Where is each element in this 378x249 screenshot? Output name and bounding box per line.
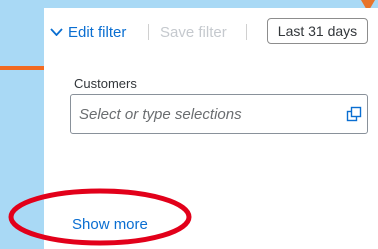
filter-bar: Edit filter Save filter Last 31 days: [44, 18, 378, 44]
date-range-button[interactable]: Last 31 days: [267, 18, 368, 44]
chevron-down-icon: [50, 28, 63, 36]
edit-filter-button[interactable]: Edit filter: [50, 21, 126, 43]
edit-filter-label: Edit filter: [68, 23, 127, 41]
customers-field: [70, 94, 368, 134]
filter-panel: Edit filter Save filter Last 31 days Cus…: [44, 8, 378, 249]
divider: [246, 24, 247, 40]
show-more-link[interactable]: Show more: [72, 216, 148, 233]
date-range-label: Last 31 days: [277, 23, 358, 39]
customers-label: Customers: [74, 76, 137, 91]
value-help-icon[interactable]: [346, 106, 362, 122]
save-filter-button[interactable]: Save filter: [160, 24, 227, 41]
orange-connector-line: [0, 66, 44, 70]
customers-input[interactable]: [71, 95, 329, 133]
divider: [148, 24, 149, 40]
